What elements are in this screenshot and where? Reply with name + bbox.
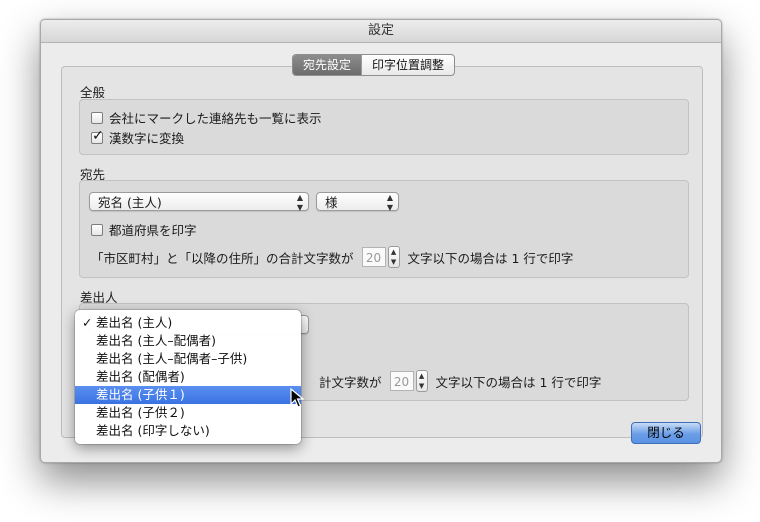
show-company-checkbox[interactable] [91, 111, 103, 124]
checkmark-icon: ✓ [92, 127, 104, 144]
sender-line-rule: 計文字数が 20 ▲ ▼ 文字以下の場合は 1 行で印字 [319, 370, 601, 392]
sender-name-menu: ✓ 差出名 (主人) 差出名 (主人–配偶者) 差出名 (主人–配偶者–子供) … [75, 310, 301, 444]
kanji-numbers-label: 漢数字に変換 [109, 131, 185, 146]
tab-print-position[interactable]: 印字位置調整 [362, 55, 454, 75]
print-prefecture-label: 都道府県を印字 [109, 223, 197, 238]
checkmark-icon: ✓ [82, 315, 93, 330]
kanji-numbers-checkbox[interactable]: ✓ [91, 128, 104, 144]
window-title: 設定 [41, 20, 721, 43]
kanji-numbers-row[interactable]: ✓ 漢数字に変換 [91, 128, 184, 147]
sender-char-count-field[interactable]: 20 [389, 371, 414, 391]
menu-item-sender-main-spouse-child[interactable]: 差出名 (主人–配偶者–子供) [75, 350, 301, 368]
tab-bar: 宛先設定 印字位置調整 [292, 54, 456, 76]
recipient-name-popup[interactable]: 宛名 (主人) ▲ ▼ [89, 192, 309, 212]
popup-arrows-icon: ▲ ▼ [296, 193, 303, 212]
popup-arrows-icon: ▲ ▼ [386, 193, 393, 212]
show-company-label: 会社にマークした連絡先も一覧に表示 [109, 111, 322, 126]
recipient-line-rule: 「市区町村」と「以降の住所」の合計文字数が 20 ▲ ▼ 文字以下の場合は 1 行… [91, 246, 573, 268]
close-button[interactable]: 閉じる [631, 422, 701, 444]
print-prefecture-row[interactable]: 都道府県を印字 [91, 220, 197, 239]
honorific-popup[interactable]: 様 ▲ ▼ [316, 192, 399, 212]
show-company-row[interactable]: 会社にマークした連絡先も一覧に表示 [91, 108, 322, 127]
menu-item-sender-no-print[interactable]: 差出名 (印字しない) [75, 422, 301, 440]
tab-recipient-settings[interactable]: 宛先設定 [293, 55, 363, 75]
recipient-line-rule-suffix: 文字以下の場合は 1 行で印字 [407, 250, 574, 266]
sender-line-rule-prefix: 計文字数が [319, 374, 382, 390]
recipient-line-rule-prefix: 「市区町村」と「以降の住所」の合計文字数が [91, 250, 354, 266]
menu-item-sender-child2[interactable]: 差出名 (子供２) [75, 404, 301, 422]
menu-item-sender-spouse[interactable]: 差出名 (配偶者) [75, 368, 301, 386]
menu-item-sender-child1[interactable]: 差出名 (子供１) [75, 386, 301, 404]
recipient-char-count-field[interactable]: 20 [361, 247, 386, 267]
menu-item-sender-main-spouse[interactable]: 差出名 (主人–配偶者) [75, 332, 301, 350]
recipient-name-value: 宛名 (主人) [98, 195, 162, 210]
mouse-cursor-icon [290, 388, 304, 408]
honorific-value: 様 [325, 195, 338, 210]
recipient-char-count-stepper[interactable]: ▲ ▼ [387, 246, 400, 268]
sender-line-rule-suffix: 文字以下の場合は 1 行で印字 [435, 374, 602, 390]
menu-item-sender-main[interactable]: ✓ 差出名 (主人) [75, 314, 301, 332]
sender-char-count-stepper[interactable]: ▲ ▼ [415, 370, 428, 392]
print-prefecture-checkbox[interactable] [91, 223, 103, 236]
